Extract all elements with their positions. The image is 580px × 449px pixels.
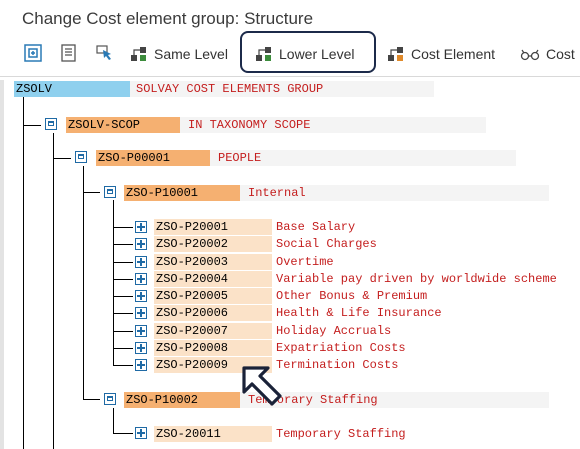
cost-element-icon xyxy=(135,290,147,302)
select-pointer-icon[interactable] xyxy=(96,44,114,62)
cost-element-desc: Other Bonus & Premium xyxy=(276,289,428,303)
cost-element-icon xyxy=(135,221,147,233)
cost-element-icon xyxy=(135,325,147,337)
mouse-pointer-icon xyxy=(242,366,282,406)
people-group-code[interactable]: ZSO-P00001 xyxy=(96,150,210,166)
root-group-code[interactable]: ZSOLV xyxy=(14,81,130,97)
folder-toggle-icon[interactable] xyxy=(104,186,116,198)
cost-element-label: Cost Element xyxy=(411,46,496,62)
people-group-desc: PEOPLE xyxy=(218,151,262,165)
left-gutter xyxy=(0,80,4,449)
cost-element-code[interactable]: ZSO-P20008 xyxy=(154,340,272,356)
cost-element-desc: Overtime xyxy=(276,255,334,269)
cost-button[interactable]: Cost xyxy=(520,38,575,70)
window-title: Change Cost element group: Structure xyxy=(22,9,314,28)
cost-element-desc: Termination Costs xyxy=(276,358,399,372)
cost-element-code[interactable]: ZSO-P20006 xyxy=(154,305,272,321)
cost-element-desc: Variable pay driven by worldwide scheme xyxy=(276,272,557,286)
root-group-desc: SOLVAY COST ELEMENTS GROUP xyxy=(136,82,324,96)
scope-group-code[interactable]: ZSOLV-SCOP xyxy=(66,117,180,133)
cost-element-code[interactable]: ZSO-P20001 xyxy=(154,219,272,235)
temp-group-code[interactable]: ZSO-P10002 xyxy=(124,392,240,408)
cost-element-code[interactable]: ZSO-P20003 xyxy=(154,254,272,270)
cost-element-icon xyxy=(135,256,147,268)
cost-element-icon xyxy=(388,47,403,61)
cost-element-icon xyxy=(135,359,147,371)
cost-element-desc: Base Salary xyxy=(276,220,356,234)
same-level-button[interactable]: Same Level xyxy=(130,38,228,70)
folder-toggle-icon[interactable] xyxy=(75,151,87,163)
cost-element-icon xyxy=(135,427,147,439)
cost-element-desc: Social Charges xyxy=(276,237,377,251)
cost-element-icon xyxy=(135,273,147,285)
same-level-label: Same Level xyxy=(154,46,228,62)
cost-element-icon xyxy=(135,307,147,319)
cost-element-code[interactable]: ZSO-P20007 xyxy=(154,323,272,339)
cost-element-icon xyxy=(135,238,147,250)
lower-level-highlight xyxy=(240,31,376,73)
scope-group-desc: IN TAXONOMY SCOPE xyxy=(188,118,311,132)
same-level-icon xyxy=(131,47,146,61)
cost-element-button[interactable]: Cost Element xyxy=(387,38,495,70)
cost-element-code[interactable]: ZSO-P20005 xyxy=(154,288,272,304)
collapse-subtree-icon[interactable] xyxy=(60,44,78,62)
cost-element-code[interactable]: ZSO-P20002 xyxy=(154,236,272,252)
glasses-icon xyxy=(520,49,540,61)
cost-label: Cost xyxy=(546,46,575,62)
toolbar-separator xyxy=(0,76,580,77)
folder-toggle-icon[interactable] xyxy=(104,393,116,405)
internal-group-desc: Internal xyxy=(248,186,306,200)
cost-element-code[interactable]: ZSO-P20004 xyxy=(154,271,272,287)
cost-element-desc: Temporary Staffing xyxy=(276,427,406,441)
folder-toggle-icon[interactable] xyxy=(45,118,57,130)
cost-element-code[interactable]: ZSO-20011 xyxy=(154,426,272,442)
cost-element-desc: Holiday Accruals xyxy=(276,324,392,338)
internal-group-code[interactable]: ZSO-P10001 xyxy=(124,185,240,201)
expand-subtree-icon[interactable] xyxy=(24,44,42,62)
cost-element-icon xyxy=(135,342,147,354)
cost-element-desc: Health & Life Insurance xyxy=(276,306,442,320)
cost-element-desc: Expatriation Costs xyxy=(276,341,406,355)
